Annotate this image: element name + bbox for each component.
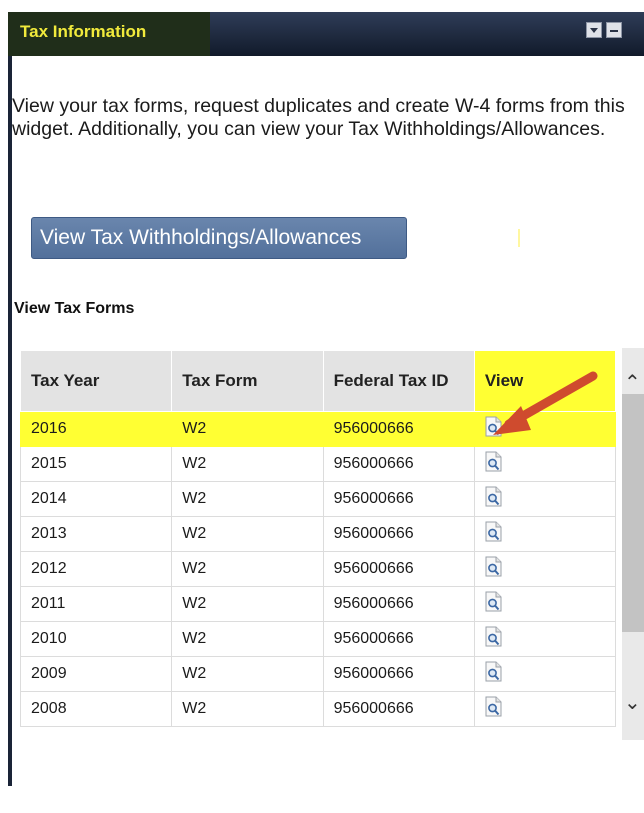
cell-id: 956000666 xyxy=(322,446,475,482)
view-document-icon[interactable] xyxy=(485,661,502,682)
scroll-down-icon[interactable]: ⌄ xyxy=(624,690,641,715)
cell-year: 2011 xyxy=(19,586,173,622)
table-row: 2015 W2 956000666 xyxy=(19,446,617,482)
table-row: 2011 W2 956000666 xyxy=(19,586,617,622)
scroll-up-icon[interactable]: ⌃ xyxy=(624,370,641,395)
cell-year: 2010 xyxy=(19,621,173,657)
minimize-icon[interactable] xyxy=(606,22,622,38)
cell-id: 956000666 xyxy=(322,656,475,692)
section-title: View Tax Forms xyxy=(14,300,135,317)
cell-id: 956000666 xyxy=(322,551,475,587)
table-row: 2013 W2 956000666 xyxy=(19,516,617,552)
cell-form: W2 xyxy=(171,586,324,622)
cell-year: 2015 xyxy=(19,446,173,482)
cell-id: 956000666 xyxy=(322,621,475,657)
dropdown-icon[interactable] xyxy=(586,22,602,38)
cell-id: 956000666 xyxy=(322,516,475,552)
view-document-icon[interactable] xyxy=(485,521,502,542)
widget-left-border xyxy=(8,56,12,786)
view-document-icon[interactable] xyxy=(485,626,502,647)
cell-year: 2014 xyxy=(19,481,173,517)
view-document-icon[interactable] xyxy=(485,451,502,472)
cell-form: W2 xyxy=(171,691,324,727)
cell-id: 956000666 xyxy=(322,691,475,727)
cell-form: W2 xyxy=(171,656,324,692)
annotation-arrow xyxy=(493,371,598,435)
table-row: 2014 W2 956000666 xyxy=(19,481,617,517)
tax-information-widget: Tax Information View your tax forms, req… xyxy=(0,0,644,813)
view-document-icon[interactable] xyxy=(485,591,502,612)
cell-id: 956000666 xyxy=(322,411,475,447)
view-document-icon[interactable] xyxy=(485,556,502,577)
table-row: 2009 W2 956000666 xyxy=(19,656,617,692)
cell-view xyxy=(473,656,617,692)
scrollbar-thumb[interactable] xyxy=(622,394,644,632)
cell-id: 956000666 xyxy=(322,481,475,517)
header-tax-year: Tax Year xyxy=(19,350,173,412)
cell-form: W2 xyxy=(171,516,324,552)
cell-view xyxy=(473,516,617,552)
header-federal-tax-id: Federal Tax ID xyxy=(322,350,475,412)
cell-year: 2008 xyxy=(19,691,173,727)
cell-id: 956000666 xyxy=(322,586,475,622)
cell-view xyxy=(473,551,617,587)
view-document-icon[interactable] xyxy=(485,696,502,717)
cell-year: 2009 xyxy=(19,656,173,692)
header-tax-form: Tax Form xyxy=(171,350,324,412)
cell-view xyxy=(473,691,617,727)
cell-form: W2 xyxy=(171,411,324,447)
cell-view xyxy=(473,446,617,482)
cell-year: 2012 xyxy=(19,551,173,587)
table-row: 2012 W2 956000666 xyxy=(19,551,617,587)
table-row: 2010 W2 956000666 xyxy=(19,621,617,657)
highlight-marker xyxy=(518,229,520,247)
cell-year: 2016 xyxy=(19,411,173,447)
widget-title: Tax Information xyxy=(20,22,147,41)
cell-form: W2 xyxy=(171,481,324,517)
table-row: 2008 W2 956000666 xyxy=(19,691,617,727)
intro-text: View your tax forms, request duplicates … xyxy=(12,95,625,140)
view-document-icon[interactable] xyxy=(485,486,502,507)
cell-form: W2 xyxy=(171,551,324,587)
cell-form: W2 xyxy=(171,446,324,482)
cell-view xyxy=(473,621,617,657)
cell-view xyxy=(473,481,617,517)
cell-view xyxy=(473,586,617,622)
cell-year: 2013 xyxy=(19,516,173,552)
view-tax-withholdings-button[interactable]: View Tax Withholdings/Allowances xyxy=(31,217,407,259)
cell-form: W2 xyxy=(171,621,324,657)
